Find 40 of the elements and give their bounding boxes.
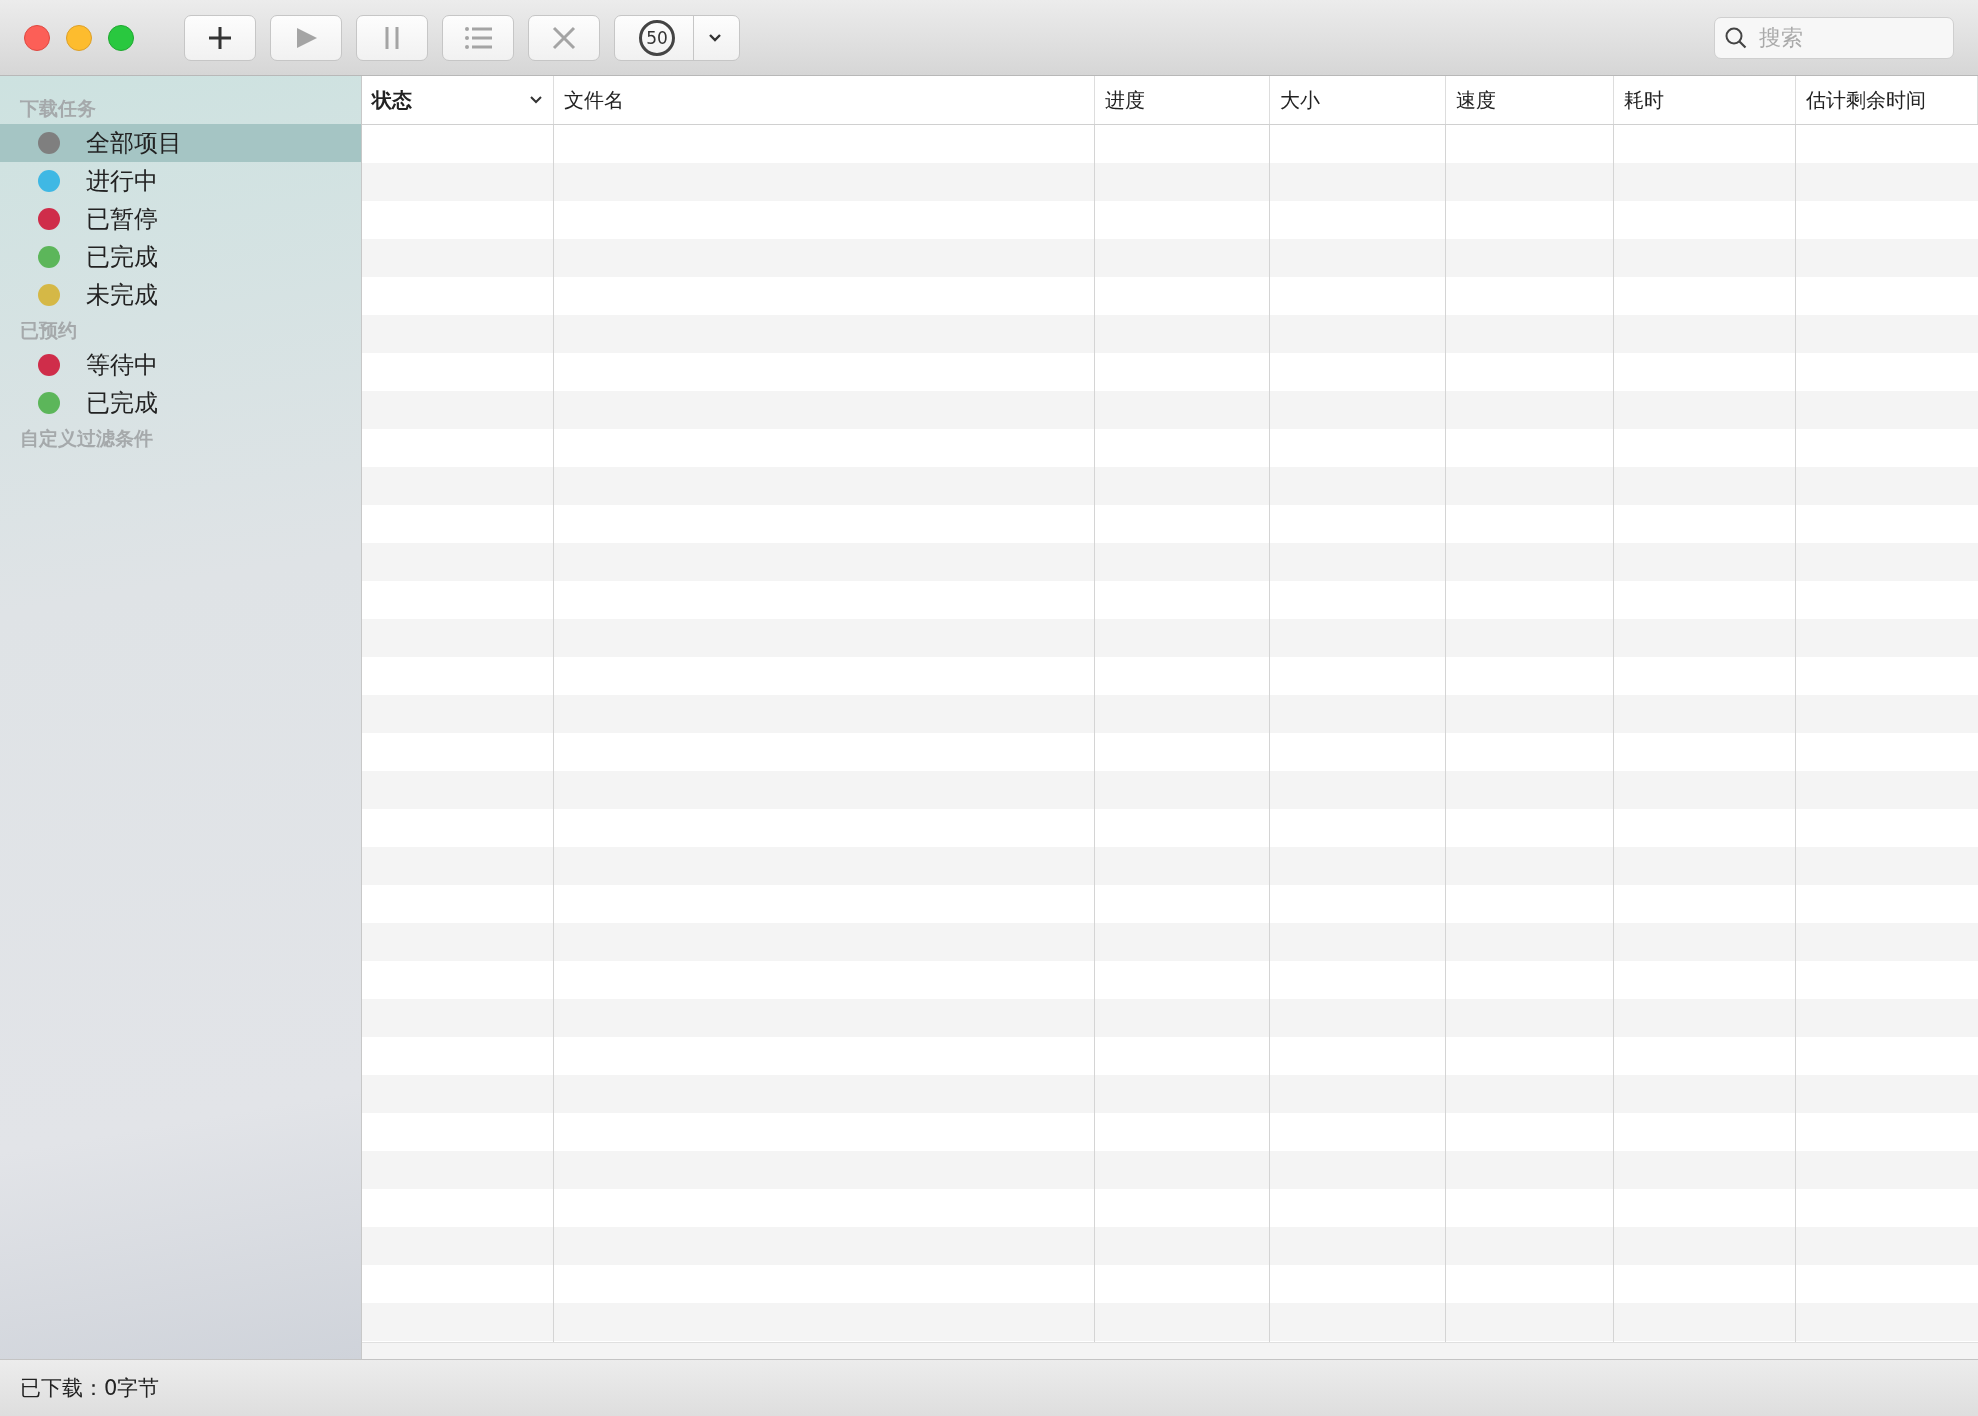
column-header[interactable]: 大小 xyxy=(1270,76,1446,124)
pause-icon xyxy=(383,25,401,50)
item-label: 未完成 xyxy=(86,280,158,311)
item-label: 已完成 xyxy=(86,242,158,273)
sidebar-item[interactable]: 未完成 xyxy=(0,276,361,314)
item-label: 等待中 xyxy=(86,350,158,381)
play-icon xyxy=(294,25,318,50)
plus-icon xyxy=(207,24,233,51)
item-label: 全部项目 xyxy=(86,128,182,159)
close-icon xyxy=(552,25,576,50)
status-text: 已下载：0字节 xyxy=(20,1375,160,1402)
column-header[interactable]: 状态 xyxy=(362,76,554,124)
section-heading: 下载任务 xyxy=(19,96,97,121)
sidebar-item[interactable]: 全部项目 xyxy=(0,124,361,162)
speed-limit-button[interactable]: 50 xyxy=(639,19,675,56)
chevron-down-icon[interactable] xyxy=(529,95,543,105)
column-header[interactable]: 文件名 xyxy=(554,76,1095,124)
add-button[interactable] xyxy=(184,14,256,61)
column-header[interactable]: 进度 xyxy=(1095,76,1270,124)
sidebar-item[interactable]: 等待中 xyxy=(0,346,361,384)
column-header[interactable]: 估计剩余时间 xyxy=(1796,76,1978,124)
speed-limit-control[interactable]: 50 xyxy=(614,14,740,61)
sidebar-item[interactable]: 已完成 xyxy=(0,384,361,422)
search-icon xyxy=(1724,25,1748,50)
sidebar-item[interactable]: 已暂停 xyxy=(0,200,361,238)
list-icon xyxy=(464,25,492,50)
item-label: 进行中 xyxy=(86,166,158,197)
sidebar-item[interactable]: 进行中 xyxy=(0,162,361,200)
item-label: 已暂停 xyxy=(86,204,158,235)
minimize-window-button[interactable] xyxy=(66,24,92,51)
search-field[interactable]: 搜索 xyxy=(1714,16,1954,59)
column-header[interactable]: 耗时 xyxy=(1614,76,1796,124)
section-heading: 自定义过滤条件 xyxy=(19,426,154,451)
close-window-button[interactable] xyxy=(24,24,50,51)
horizontal-scrollbar[interactable] xyxy=(362,1342,1978,1359)
column-header[interactable]: 速度 xyxy=(1446,76,1614,124)
zoom-window-button[interactable] xyxy=(108,24,134,51)
sidebar-item[interactable]: 已完成 xyxy=(0,238,361,276)
section-heading: 已预约 xyxy=(19,318,78,343)
item-label: 已完成 xyxy=(86,388,158,419)
